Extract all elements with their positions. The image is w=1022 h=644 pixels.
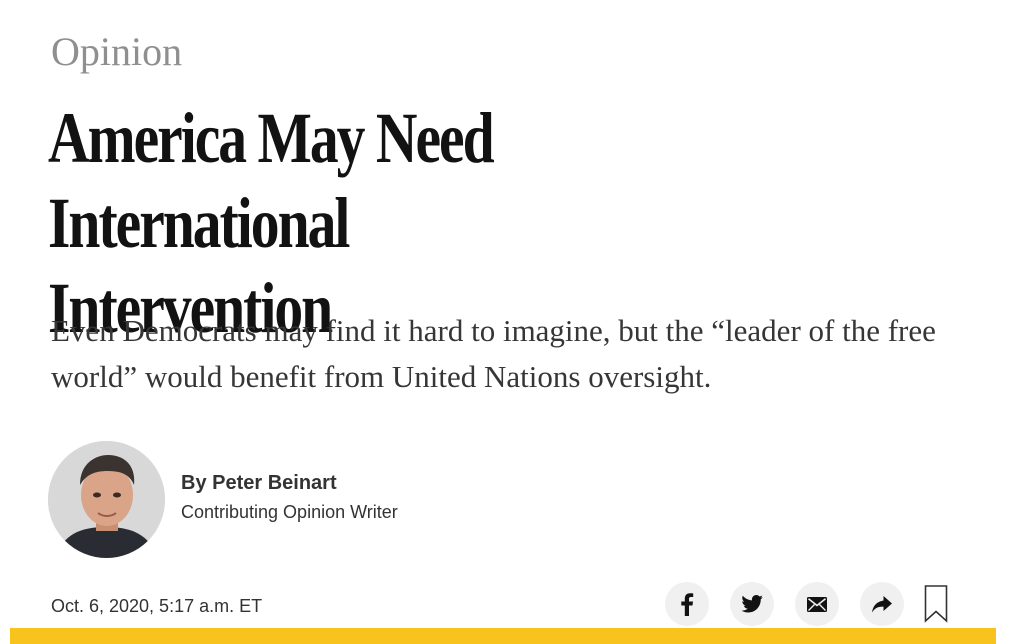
facebook-share-button[interactable] bbox=[665, 582, 709, 626]
author-name[interactable]: By Peter Beinart bbox=[181, 469, 398, 497]
facebook-icon bbox=[681, 593, 694, 616]
twitter-icon bbox=[741, 595, 763, 613]
email-icon bbox=[807, 596, 827, 612]
more-share-button[interactable] bbox=[860, 582, 904, 626]
article-summary: Even Democrats may find it hard to imagi… bbox=[51, 313, 936, 394]
byline-text: By Peter Beinart Contributing Opinion Wr… bbox=[181, 469, 398, 527]
author-avatar bbox=[48, 440, 165, 558]
author-role: Contributing Opinion Writer bbox=[181, 502, 398, 522]
email-share-button[interactable] bbox=[795, 582, 839, 626]
bookmark-icon bbox=[924, 585, 948, 623]
headline-line-1: America May Need International bbox=[48, 98, 495, 263]
share-tools bbox=[665, 582, 951, 626]
accent-bar bbox=[10, 628, 996, 644]
twitter-share-button[interactable] bbox=[730, 582, 774, 626]
bookmark-button[interactable] bbox=[921, 582, 951, 626]
section-label[interactable]: Opinion bbox=[51, 28, 182, 76]
share-arrow-icon bbox=[872, 595, 892, 612]
byline: By Peter Beinart Contributing Opinion Wr… bbox=[48, 440, 398, 558]
publish-timestamp: Oct. 6, 2020, 5:17 a.m. ET bbox=[51, 596, 263, 616]
